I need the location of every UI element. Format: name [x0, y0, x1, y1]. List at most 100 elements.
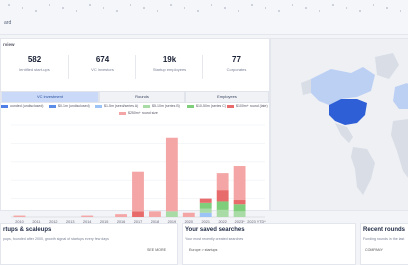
kpi-value: 582: [27, 55, 42, 64]
legend-item[interactable]: $0-1m (undisclosed): [49, 104, 90, 108]
legend-swatch: [227, 104, 234, 108]
pattern-dot: [75, 10, 77, 12]
see-more-link[interactable]: SEE MORE: [147, 248, 166, 252]
tab-employees[interactable]: Employees: [185, 91, 269, 103]
legend-swatch: [143, 104, 150, 108]
legend-label: $100m+ round (late): [236, 104, 268, 108]
legend-item[interactable]: ounded (undisclosed): [1, 104, 43, 108]
pattern-dot: [359, 10, 361, 12]
bar-segment[interactable]: [216, 173, 229, 191]
card-title: rtups & scaleups: [3, 227, 52, 233]
pattern-dot: [237, 10, 239, 12]
kpi-employees[interactable]: 19k Startup employees: [136, 55, 203, 85]
legend-label: $1-5m (seed/series A): [104, 104, 139, 108]
legend-item[interactable]: $100m+ round (late): [227, 104, 268, 108]
map-svg: [271, 39, 408, 210]
legend-swatch: [1, 104, 8, 108]
kpi-value: 77: [232, 55, 241, 64]
card-title: Recent rounds: [363, 227, 406, 233]
pattern-dot: [8, 4, 10, 6]
column-header: COMPANY: [365, 248, 383, 252]
bar-segment[interactable]: [81, 215, 94, 217]
pattern-dot: [386, 7, 388, 9]
legend-swatch: [187, 104, 194, 108]
pattern-dot: [318, 10, 320, 12]
tab-rounds[interactable]: Rounds: [99, 91, 185, 103]
bar-segment[interactable]: [165, 211, 178, 217]
pattern-dot: [210, 4, 212, 6]
top-bar: ard: [0, 0, 408, 35]
legend-swatch: [95, 104, 102, 108]
pattern-dot: [102, 7, 104, 9]
kpi-value: 674: [95, 55, 110, 64]
tab-vc-investment[interactable]: VC investment: [1, 91, 99, 103]
legend-item[interactable]: $250m+ round size: [119, 111, 158, 115]
pattern-dot: [399, 10, 401, 12]
bar-segment[interactable]: [199, 208, 212, 213]
legend-item[interactable]: $5-10m (series B): [143, 104, 180, 108]
pattern-dot: [224, 7, 226, 9]
kpi-label: lentified start-ups: [19, 67, 50, 72]
kpi-startups[interactable]: 582 lentified start-ups: [1, 55, 68, 85]
chart-tabs: VC investment Rounds Employees: [1, 91, 269, 103]
kpi-corporates[interactable]: 77 Corporates: [203, 55, 270, 85]
bar-segment[interactable]: [233, 200, 246, 205]
bar-segment[interactable]: [132, 171, 144, 212]
card-subtitle: Funding rounds in the last: [363, 237, 405, 241]
pattern-dot: [278, 10, 280, 12]
legend-item[interactable]: $1-5m (seed/series A): [95, 104, 138, 108]
bar-segment[interactable]: [182, 212, 195, 217]
overview-panel: rview 582 lentified start-ups 674 VC inv…: [0, 38, 270, 232]
pattern-dot: [116, 10, 118, 12]
pattern-dot: [62, 7, 64, 9]
kpi-label: Corporates: [226, 67, 247, 72]
bar-segment[interactable]: [199, 212, 212, 217]
legend-item[interactable]: $10-50m (series C): [187, 104, 226, 108]
bar-segment[interactable]: [199, 202, 212, 209]
legend-swatch: [49, 104, 56, 108]
pattern-dot: [48, 4, 50, 6]
pattern-dot: [291, 4, 293, 6]
saved-search-item[interactable]: Europe > startups: [189, 248, 217, 252]
bar-segment[interactable]: [216, 190, 229, 202]
pattern-dot: [89, 4, 91, 6]
bar-segment[interactable]: [115, 214, 127, 217]
legend-label: $5-10m (series B): [152, 104, 180, 108]
pattern-dot: [35, 10, 37, 12]
kpi-label: VC investors: [91, 67, 114, 72]
bar-segment[interactable]: [13, 215, 26, 217]
pattern-dot: [372, 4, 374, 6]
bar-segment[interactable]: [149, 211, 161, 217]
bar-segment[interactable]: [233, 166, 246, 201]
bar-segment[interactable]: [233, 211, 246, 217]
vc-investment-chart: 2010 2011 2012 2013 2014 2015 2016 2017 2018 2019…: [1, 121, 269, 235]
legend-swatch: [119, 111, 126, 115]
kpi-value: 19k: [162, 55, 177, 64]
pattern-dot: [305, 7, 307, 9]
card-subtitle: pups, founded after 2000, growth signal …: [3, 237, 109, 241]
breadcrumb: ard: [4, 20, 12, 26]
legend-label: $10-50m (series C): [196, 104, 226, 108]
pattern-dot: [345, 7, 347, 9]
pattern-dot: [143, 7, 145, 9]
bar-segment[interactable]: [216, 209, 229, 217]
kpi-vc-investors[interactable]: 674 VC investors: [69, 55, 136, 85]
bar-segment[interactable]: [165, 137, 178, 212]
pattern-dot: [21, 7, 23, 9]
legend-label: $250m+ round size: [128, 111, 158, 115]
bar-segment[interactable]: [233, 204, 246, 212]
bar-chart: 2010 2011 2012 2013 2014 2015 2016 2017 2018 2019…: [11, 124, 266, 224]
pattern-dot: [251, 4, 253, 6]
kpi-label: Startup employees: [152, 67, 187, 72]
card-subtitle: Your most recently created searches: [185, 237, 244, 241]
pattern-dot: [183, 7, 185, 9]
pattern-dot: [156, 10, 158, 12]
world-map[interactable]: [270, 38, 408, 211]
bar-segment[interactable]: [132, 211, 144, 217]
legend-label: $0-1m (undisclosed): [58, 104, 90, 108]
pattern-dot: [129, 4, 131, 6]
bar-segment[interactable]: [216, 201, 229, 210]
legend-label: ounded (undisclosed): [10, 104, 44, 108]
top-pattern: [0, 4, 408, 14]
bar-segment[interactable]: [199, 198, 212, 203]
